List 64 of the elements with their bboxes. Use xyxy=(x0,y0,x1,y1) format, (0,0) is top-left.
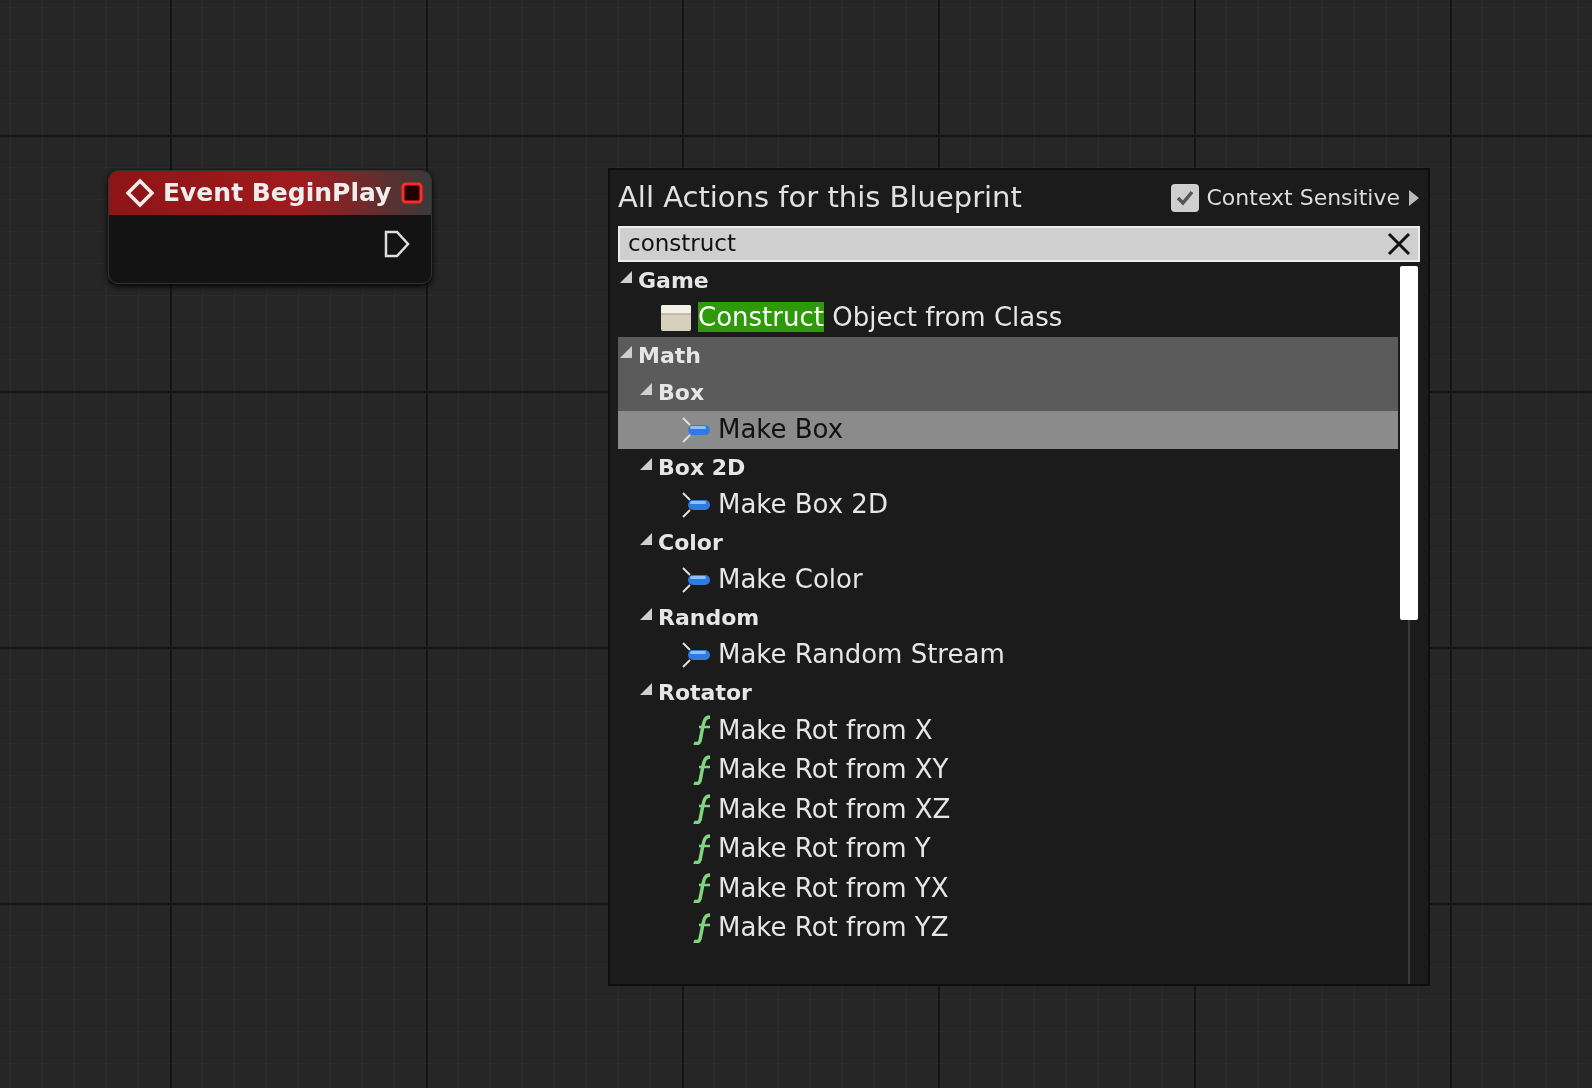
category-row[interactable]: Game xyxy=(618,261,1398,299)
category-label: Game xyxy=(638,266,709,295)
action-item[interactable]: Make Rot from Y xyxy=(618,829,1398,869)
delegate-pin-icon xyxy=(401,182,423,204)
category-row[interactable]: Rotator xyxy=(618,673,1398,711)
expand-triangle-icon xyxy=(620,345,634,359)
expand-triangle-icon xyxy=(640,457,654,471)
exec-pin-icon xyxy=(383,229,411,259)
action-item[interactable]: Make Rot from YZ xyxy=(618,908,1398,948)
context-checkbox[interactable] xyxy=(1170,183,1199,212)
action-label: Make Color xyxy=(718,563,863,596)
action-item[interactable]: Make Rot from X xyxy=(618,710,1398,750)
box-icon xyxy=(660,302,692,333)
function-icon xyxy=(692,754,712,785)
menu-title: All Actions for this Blueprint xyxy=(618,179,1022,216)
function-icon xyxy=(692,715,712,746)
category-label: Random xyxy=(658,603,760,632)
event-node[interactable]: Event BeginPlay xyxy=(108,170,432,284)
category-label: Box xyxy=(658,378,705,407)
struct-icon xyxy=(680,414,712,445)
expand-arrow-icon xyxy=(1408,188,1420,207)
expand-triangle-icon xyxy=(640,682,654,696)
scrollbar-thumb[interactable] xyxy=(1400,265,1418,620)
action-label: Construct Object from Class xyxy=(698,301,1063,334)
category-row[interactable]: Math xyxy=(618,336,1398,374)
node-title: Event BeginPlay xyxy=(163,177,393,210)
action-label: Make Rot from XZ xyxy=(718,792,951,826)
action-label: Make Rot from Y xyxy=(718,832,931,866)
context-label: Context Sensitive xyxy=(1206,184,1400,213)
action-label: Make Rot from XY xyxy=(718,753,949,787)
action-item[interactable]: Construct Object from Class xyxy=(618,298,1398,337)
category-label: Box 2D xyxy=(658,453,746,482)
category-label: Color xyxy=(658,528,723,557)
struct-icon xyxy=(680,489,712,520)
action-item[interactable]: Make Random Stream xyxy=(618,635,1398,674)
expand-triangle-icon xyxy=(640,382,654,396)
category-row[interactable]: Box xyxy=(618,373,1398,411)
action-label: Make Box 2D xyxy=(718,488,888,521)
action-item[interactable]: Make Box xyxy=(618,410,1398,449)
action-item[interactable]: Make Rot from YX xyxy=(618,868,1398,908)
action-item[interactable]: Make Color xyxy=(618,560,1398,599)
category-label: Math xyxy=(638,341,701,370)
struct-icon xyxy=(680,564,712,595)
function-icon xyxy=(692,794,712,825)
action-label: Make Rot from YX xyxy=(718,871,949,905)
category-row[interactable]: Color xyxy=(618,523,1398,561)
function-icon xyxy=(692,912,712,943)
action-item[interactable]: Make Box 2D xyxy=(618,485,1398,524)
category-row[interactable]: Random xyxy=(618,598,1398,636)
diamond-icon xyxy=(125,178,155,208)
expand-triangle-icon xyxy=(620,270,634,284)
action-label: Make Box xyxy=(718,413,844,446)
action-label: Make Rot from X xyxy=(718,713,933,747)
action-item[interactable]: Make Rot from XZ xyxy=(618,789,1398,829)
category-row[interactable]: Box 2D xyxy=(618,448,1398,486)
action-label: Make Random Stream xyxy=(718,638,1005,671)
function-icon xyxy=(692,833,712,864)
action-label: Make Rot from YZ xyxy=(718,911,949,945)
category-label: Rotator xyxy=(658,678,752,707)
struct-icon xyxy=(680,639,712,670)
action-item[interactable]: Make Rot from XY xyxy=(618,750,1398,790)
expand-triangle-icon xyxy=(640,532,654,546)
function-icon xyxy=(692,873,712,904)
expand-triangle-icon xyxy=(640,607,654,621)
